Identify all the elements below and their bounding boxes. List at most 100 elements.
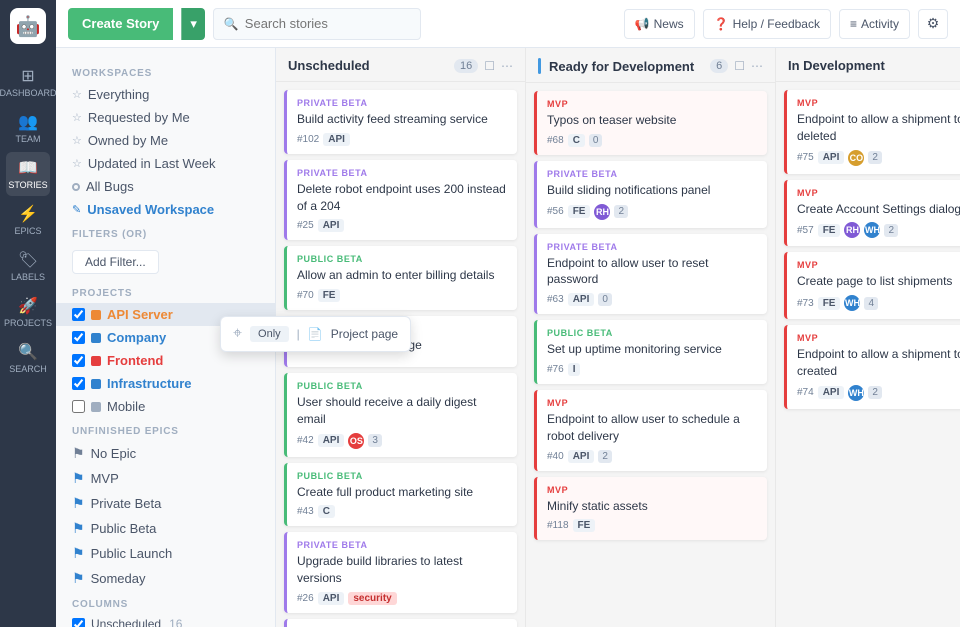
card-endpoint-reset-password[interactable]: PRIVATE BETA Endpoint to allow user to r… (534, 234, 767, 315)
workspace-everything[interactable]: ☆ Everything (56, 83, 275, 106)
card-id: #118 (547, 520, 569, 531)
card-title: Set up uptime monitoring service (547, 341, 757, 358)
help-feedback-button[interactable]: ❓ Help / Feedback (703, 9, 831, 39)
epic-label: Public Launch (91, 546, 173, 561)
project-color-dot (91, 356, 101, 366)
card-title: Create Account Settings dialog (797, 201, 960, 218)
card-title: Minify static assets (547, 498, 757, 515)
workspace-requested-by-me[interactable]: ☆ Requested by Me (56, 106, 275, 129)
cards-container: MVP Endpoint to allow a shipment to be d… (776, 82, 960, 627)
card-label: PUBLIC BETA (297, 254, 507, 264)
checkbox-icon[interactable]: ☐ (734, 59, 745, 73)
sidebar-item-search[interactable]: 🔍 SEARCH (6, 336, 50, 380)
epic-label: MVP (91, 471, 119, 486)
stories-icon: 📖 (18, 158, 38, 178)
project-mobile[interactable]: Mobile (56, 395, 275, 418)
flag-icon: ⚑ (72, 520, 85, 537)
epic-private-beta[interactable]: ⚑ Private Beta (56, 491, 275, 516)
tag-api: API (818, 386, 845, 399)
card-title: Create page to list shipments (797, 273, 960, 290)
card-list-shipments[interactable]: MVP Create page to list shipments #73 FE… (784, 252, 960, 319)
card-uptime-monitoring[interactable]: PUBLIC BETA Set up uptime monitoring ser… (534, 320, 767, 384)
epic-public-beta[interactable]: ⚑ Public Beta (56, 516, 275, 541)
card-create-shipment[interactable]: MVP Endpoint to allow a shipment to be c… (784, 325, 960, 409)
project-checkbox[interactable] (72, 331, 85, 344)
only-button[interactable]: Only (250, 326, 289, 342)
sidebar-item-label: SEARCH (9, 364, 47, 374)
column-unscheduled[interactable]: Unscheduled 16 (56, 614, 275, 627)
comment-count: 2 (868, 386, 882, 399)
settings-button[interactable]: ⚙ (918, 9, 948, 39)
card-reset-password-page[interactable]: PRIVATE BETA Create Reset Your Password … (284, 619, 517, 627)
project-checkbox[interactable] (72, 308, 85, 321)
more-icon[interactable]: ⋯ (501, 59, 513, 73)
tag-c: C (318, 505, 335, 518)
card-meta: #25 API (297, 219, 507, 232)
card-account-settings[interactable]: MVP Create Account Settings dialog #57 F… (784, 180, 960, 247)
app-logo[interactable]: 🤖 (10, 8, 46, 44)
tag-api: API (318, 434, 345, 447)
card-typos-teaser[interactable]: MVP Typos on teaser website #68 C 0 (534, 91, 767, 155)
sidebar-item-labels[interactable]: 🏷 LABELS (6, 244, 50, 288)
column-header: Ready for Development 6 ☐ ⋯ (526, 48, 775, 83)
card-build-sliding-panel[interactable]: PRIVATE BETA Build sliding notifications… (534, 161, 767, 228)
epic-label: No Epic (91, 446, 137, 461)
sidebar-item-epics[interactable]: ⚡ EPICS (6, 198, 50, 242)
activity-button[interactable]: ≡ Activity (839, 9, 910, 39)
flag-icon: ⚑ (72, 495, 85, 512)
card-title: Delete robot endpoint uses 200 instead o… (297, 181, 507, 215)
project-checkbox[interactable] (72, 354, 85, 367)
news-icon: 📢 (635, 17, 650, 31)
workspace-unsaved[interactable]: ✎ Unsaved Workspace (56, 198, 275, 221)
tag-fe: FE (818, 224, 841, 237)
comment-count: 2 (598, 450, 612, 463)
epic-someday[interactable]: ⚑ Someday (56, 566, 275, 591)
workspace-updated-last-week[interactable]: ☆ Updated in Last Week (56, 152, 275, 175)
card-id: #102 (297, 134, 319, 145)
card-upgrade-build-libraries[interactable]: PRIVATE BETA Upgrade build libraries to … (284, 532, 517, 613)
card-minify-assets[interactable]: MVP Minify static assets #118 FE (534, 477, 767, 541)
search-input[interactable] (245, 16, 410, 31)
workspace-all-bugs[interactable]: All Bugs (56, 175, 275, 198)
card-marketing-site[interactable]: PUBLIC BETA Create full product marketin… (284, 463, 517, 527)
card-delete-shipment[interactable]: MVP Endpoint to allow a shipment to be d… (784, 90, 960, 174)
card-delete-robot-endpoint[interactable]: PRIVATE BETA Delete robot endpoint uses … (284, 160, 517, 241)
circle-icon (72, 183, 80, 191)
project-checkbox[interactable] (72, 400, 85, 413)
epic-no-epic[interactable]: ⚑ No Epic (56, 441, 275, 466)
add-filter-button[interactable]: Add Filter... (72, 250, 159, 274)
card-title: Create full product marketing site (297, 484, 507, 501)
team-icon: 👥 (18, 112, 38, 132)
checkbox-icon[interactable]: ☐ (484, 59, 495, 73)
project-checkbox[interactable] (72, 377, 85, 390)
sidebar-item-projects[interactable]: 🚀 PROJECTS (6, 290, 50, 334)
card-allow-admin-billing[interactable]: PUBLIC BETA Allow an admin to enter bill… (284, 246, 517, 310)
more-icon[interactable]: ⋯ (751, 59, 763, 73)
sidebar-item-dashboard[interactable]: ⊞ DASHBOARD (6, 60, 50, 104)
card-digest-email[interactable]: PUBLIC BETA User should receive a daily … (284, 373, 517, 457)
create-story-dropdown-button[interactable]: ▾ (181, 8, 205, 40)
star-icon: ☆ (72, 134, 82, 147)
epic-mvp[interactable]: ⚑ MVP (56, 466, 275, 491)
project-frontend[interactable]: Frontend (56, 349, 275, 372)
epic-public-launch[interactable]: ⚑ Public Launch (56, 541, 275, 566)
card-meta: #26 API security (297, 592, 507, 605)
card-build-activity-feed[interactable]: PRIVATE BETA Build activity feed streami… (284, 90, 517, 154)
project-color-dot (91, 310, 101, 320)
card-schedule-robot-delivery[interactable]: MVP Endpoint to allow user to schedule a… (534, 390, 767, 471)
tag-fe: FE (318, 289, 341, 302)
sidebar-item-stories[interactable]: 📖 STORIES (6, 152, 50, 196)
column-title: Ready for Development (549, 59, 704, 74)
column-indicator (538, 58, 541, 74)
workspace-label: All Bugs (86, 179, 134, 194)
workspace-owned-by-me[interactable]: ☆ Owned by Me (56, 129, 275, 152)
column-title: Unscheduled (288, 58, 448, 73)
news-button[interactable]: 📢 News (624, 9, 695, 39)
create-story-button[interactable]: Create Story (68, 8, 173, 40)
column-checkbox[interactable] (72, 618, 85, 627)
filters-section-title: FILTERS (OR) (56, 221, 275, 244)
card-title: Endpoint to allow a shipment to be creat… (797, 346, 960, 380)
project-page-label[interactable]: Project page (331, 327, 398, 341)
project-infrastructure[interactable]: Infrastructure (56, 372, 275, 395)
sidebar-item-team[interactable]: 👥 TEAM (6, 106, 50, 150)
